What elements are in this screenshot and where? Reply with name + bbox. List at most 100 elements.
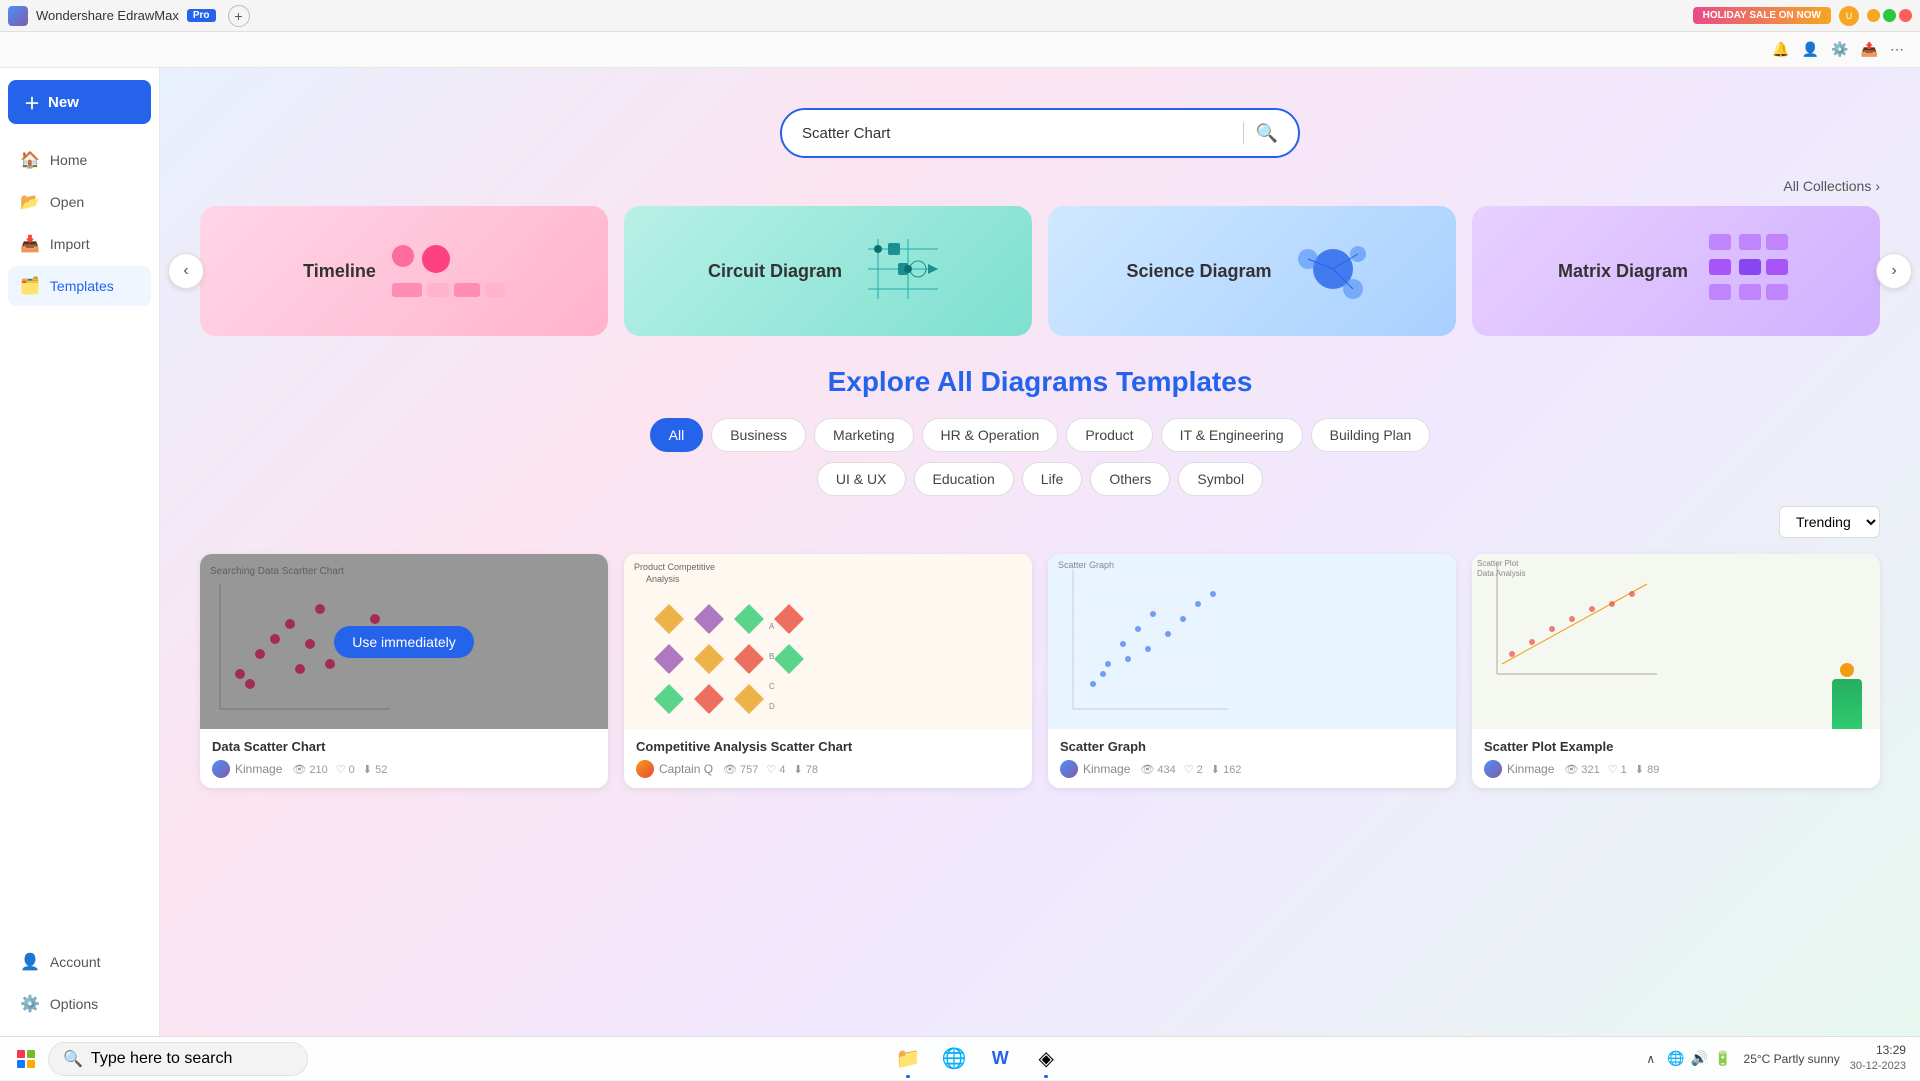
share-icon[interactable]: 📤 — [1861, 41, 1878, 58]
taskbar-app-file-explorer[interactable]: 📁 — [886, 1037, 930, 1081]
minimize-button[interactable] — [1867, 9, 1880, 22]
filter-life[interactable]: Life — [1022, 462, 1083, 496]
circuit-illustration — [858, 229, 948, 314]
card-stats-3: 👁 434 ♡ 2 ⬇ 162 — [1140, 763, 1241, 776]
stat-likes-1: ♡ 0 — [336, 763, 355, 776]
filter-building[interactable]: Building Plan — [1311, 418, 1431, 452]
tab-add-button[interactable]: + — [228, 5, 250, 27]
sidebar-item-templates-label: Templates — [50, 278, 114, 294]
stat-views-4: 👁 321 — [1564, 763, 1599, 776]
taskbar-tray-arrow[interactable]: ∧ — [1646, 1052, 1655, 1066]
filter-all[interactable]: All — [650, 418, 704, 452]
more-icon[interactable]: ⋯ — [1890, 41, 1904, 58]
filter-others[interactable]: Others — [1090, 462, 1170, 496]
search-input[interactable] — [802, 125, 1231, 142]
author-name-3: Kinmage — [1083, 762, 1130, 776]
card-thumbnail-3: Scatter Graph — [1048, 554, 1456, 729]
card-thumbnail-4: Scatter Plot Data Analysis — [1472, 554, 1880, 729]
options-icon: ⚙️ — [20, 994, 40, 1014]
explore-title: Explore All Diagrams Templates — [200, 366, 1880, 398]
template-card-4[interactable]: Scatter Plot Data Analysis — [1472, 554, 1880, 788]
taskbar-search-icon: 🔍 — [63, 1049, 83, 1069]
window-controls — [1867, 9, 1912, 22]
sidebar-item-templates[interactable]: 🗂️ Templates — [8, 266, 151, 306]
card-stats-4: 👁 321 ♡ 1 ⬇ 89 — [1564, 763, 1659, 776]
template-card-3[interactable]: Scatter Graph — [1048, 554, 1456, 788]
filter-hr[interactable]: HR & Operation — [922, 418, 1059, 452]
filter-marketing[interactable]: Marketing — [814, 418, 913, 452]
carousel-card-circuit[interactable]: Circuit Diagram — [624, 206, 1032, 336]
taskbar-search-placeholder: Type here to search — [91, 1050, 232, 1068]
carousel-next-button[interactable]: › — [1876, 253, 1912, 289]
search-divider — [1243, 122, 1244, 144]
stat-saves-1: ⬇ 52 — [363, 763, 388, 776]
app-logo — [8, 6, 28, 26]
card-meta-1: Kinmage 👁 210 ♡ 0 ⬇ 52 — [212, 760, 596, 778]
app-indicator-edraw — [1044, 1075, 1048, 1078]
sidebar: ＋ New 🏠 Home 📂 Open 📥 Import 🗂️ Template… — [0, 68, 160, 1036]
filter-ui[interactable]: UI & UX — [817, 462, 906, 496]
new-button-label: New — [48, 94, 79, 111]
stat-saves-2: ⬇ 78 — [793, 763, 818, 776]
user-icon[interactable]: 👤 — [1802, 41, 1819, 58]
holiday-banner[interactable]: HOLIDAY SALE ON NOW — [1693, 7, 1831, 24]
taskbar-center: 📁 🌐 W ◈ — [886, 1037, 1068, 1081]
account-icon: 👤 — [20, 952, 40, 972]
app-indicator — [906, 1075, 910, 1078]
author-avatar-1 — [212, 760, 230, 778]
carousel-prev-button[interactable]: ‹ — [168, 253, 204, 289]
carousel-timeline-label: Timeline — [303, 261, 376, 282]
all-collections-link[interactable]: All Collections › — [1783, 178, 1880, 194]
use-immediately-btn-3[interactable]: Use immediately — [1182, 626, 1321, 658]
card-overlay-1: Use immediately — [200, 554, 608, 729]
taskbar-app-browser[interactable]: 🌐 — [932, 1037, 976, 1081]
sidebar-nav: 🏠 Home 📂 Open 📥 Import 🗂️ Templates — [8, 140, 151, 942]
date-display: 30-12-2023 — [1850, 1059, 1906, 1074]
search-button[interactable]: 🔍 — [1256, 123, 1278, 144]
sort-select[interactable]: Trending Newest Popular — [1779, 506, 1880, 538]
card-author-2: Captain Q — [636, 760, 713, 778]
card-author-3: Kinmage — [1060, 760, 1130, 778]
filter-business[interactable]: Business — [711, 418, 806, 452]
card-author-4: Kinmage — [1484, 760, 1554, 778]
bell-icon[interactable]: 🔔 — [1772, 41, 1789, 58]
close-button[interactable] — [1899, 9, 1912, 22]
filter-it[interactable]: IT & Engineering — [1161, 418, 1303, 452]
card-title-4: Scatter Plot Example — [1484, 739, 1868, 754]
filter-education[interactable]: Education — [914, 462, 1014, 496]
sidebar-item-open[interactable]: 📂 Open — [8, 182, 151, 222]
taskbar-time[interactable]: 13:29 30-12-2023 — [1844, 1042, 1912, 1074]
sys-tray-icons: 🌐 🔊 🔋 — [1659, 1050, 1739, 1067]
use-immediately-btn-4[interactable]: Use immediately — [1606, 626, 1745, 658]
taskbar-app-edraw[interactable]: ◈ — [1024, 1037, 1068, 1081]
maximize-button[interactable] — [1883, 9, 1896, 22]
card-meta-4: Kinmage 👁 321 ♡ 1 ⬇ 89 — [1484, 760, 1868, 778]
sidebar-item-account[interactable]: 👤 Account — [8, 942, 151, 982]
stat-views-1: 👁 210 — [292, 763, 327, 776]
card-author-1: Kinmage — [212, 760, 282, 778]
sidebar-item-import[interactable]: 📥 Import — [8, 224, 151, 264]
template-card-2[interactable]: Product Competitive Analysis — [624, 554, 1032, 788]
carousel-card-matrix[interactable]: Matrix Diagram — [1472, 206, 1880, 336]
filter-product[interactable]: Product — [1066, 418, 1152, 452]
author-avatar-3 — [1060, 760, 1078, 778]
use-immediately-btn-2[interactable]: Use immediately — [758, 626, 897, 658]
carousel-card-timeline[interactable]: Timeline — [200, 206, 608, 336]
use-immediately-btn-1[interactable]: Use immediately — [334, 626, 473, 658]
template-card-1[interactable]: Searching Data Scartter Chart — [200, 554, 608, 788]
filter-row-2: UI & UX Education Life Others Symbol — [200, 462, 1880, 496]
windows-taskbar: 🔍 Type here to search 📁 🌐 W ◈ ∧ 🌐 🔊 🔋 25… — [0, 1036, 1920, 1080]
explore-title-plain: Explore — [828, 366, 937, 397]
home-icon: 🏠 — [20, 150, 40, 170]
start-button[interactable] — [8, 1041, 44, 1077]
user-avatar[interactable]: U — [1839, 6, 1859, 26]
taskbar-app-word[interactable]: W — [978, 1037, 1022, 1081]
settings-icon[interactable]: ⚙️ — [1831, 41, 1848, 58]
sidebar-item-home[interactable]: 🏠 Home — [8, 140, 151, 180]
taskbar-search[interactable]: 🔍 Type here to search — [48, 1042, 308, 1076]
sort-bar: Trending Newest Popular — [200, 506, 1880, 538]
carousel-card-science[interactable]: Science Diagram — [1048, 206, 1456, 336]
new-button[interactable]: ＋ New — [8, 80, 151, 124]
sidebar-item-options[interactable]: ⚙️ Options — [8, 984, 151, 1024]
filter-symbol[interactable]: Symbol — [1178, 462, 1263, 496]
